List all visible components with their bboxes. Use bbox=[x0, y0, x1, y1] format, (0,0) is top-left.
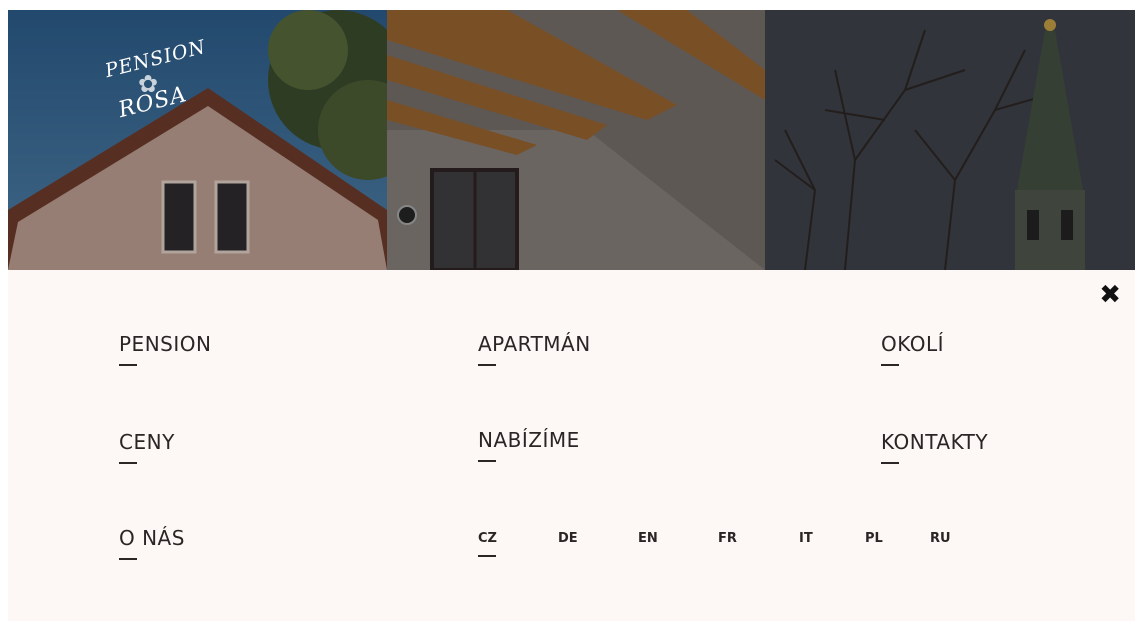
lang-pl[interactable]: PL bbox=[865, 531, 883, 546]
lang-label: EN bbox=[638, 531, 658, 546]
lang-label: DE bbox=[558, 531, 578, 546]
menu-item-underline bbox=[881, 462, 899, 464]
close-icon[interactable]: ✖ bbox=[1099, 282, 1121, 308]
menu-item-ceny[interactable]: CENY bbox=[119, 430, 175, 464]
menu-overlay: PENSION ✿ ROSA ✖ PENSION APARTMÁN OKOLÍ … bbox=[8, 10, 1135, 621]
menu-item-underline bbox=[119, 462, 137, 464]
menu-item-underline bbox=[119, 558, 137, 560]
lang-fr[interactable]: FR bbox=[718, 531, 737, 546]
menu-item-underline bbox=[119, 364, 137, 366]
lang-en[interactable]: EN bbox=[638, 531, 658, 546]
menu-item-label: PENSION bbox=[119, 332, 212, 356]
menu-item-underline bbox=[478, 364, 496, 366]
lang-label: IT bbox=[799, 531, 813, 546]
menu-item-label: KONTAKTY bbox=[881, 430, 989, 454]
menu-item-label: OKOLÍ bbox=[881, 332, 945, 356]
menu-item-label: APARTMÁN bbox=[478, 332, 591, 356]
hero-photo-strip: PENSION ✿ ROSA bbox=[8, 10, 1135, 270]
menu-item-label: O NÁS bbox=[119, 526, 185, 550]
lang-ru[interactable]: RU bbox=[930, 531, 951, 546]
lang-label: CZ bbox=[478, 531, 497, 546]
lang-it[interactable]: IT bbox=[799, 531, 813, 546]
menu-item-underline bbox=[478, 460, 496, 462]
lang-label: FR bbox=[718, 531, 737, 546]
menu-item-kontakty[interactable]: KONTAKTY bbox=[881, 430, 988, 464]
menu-item-underline bbox=[881, 364, 899, 366]
lang-active-underline bbox=[478, 555, 496, 557]
lang-de[interactable]: DE bbox=[558, 531, 578, 546]
lang-cz[interactable]: CZ bbox=[478, 531, 497, 557]
attic-room-photo bbox=[387, 10, 765, 270]
church-spire-photo bbox=[765, 10, 1135, 270]
menu-item-okoli[interactable]: OKOLÍ bbox=[881, 332, 944, 366]
menu-item-pension[interactable]: PENSION bbox=[119, 332, 211, 366]
menu-item-nabizime[interactable]: NABÍZÍME bbox=[478, 428, 580, 462]
menu-item-label: NABÍZÍME bbox=[478, 428, 580, 452]
lang-label: RU bbox=[930, 531, 951, 546]
menu-item-o-nas[interactable]: O NÁS bbox=[119, 526, 185, 560]
menu-item-apartman[interactable]: APARTMÁN bbox=[478, 332, 591, 366]
pension-rosa-logo[interactable]: PENSION ✿ ROSA bbox=[96, 36, 226, 130]
menu-item-label: CENY bbox=[119, 430, 175, 454]
lang-label: PL bbox=[865, 531, 883, 546]
